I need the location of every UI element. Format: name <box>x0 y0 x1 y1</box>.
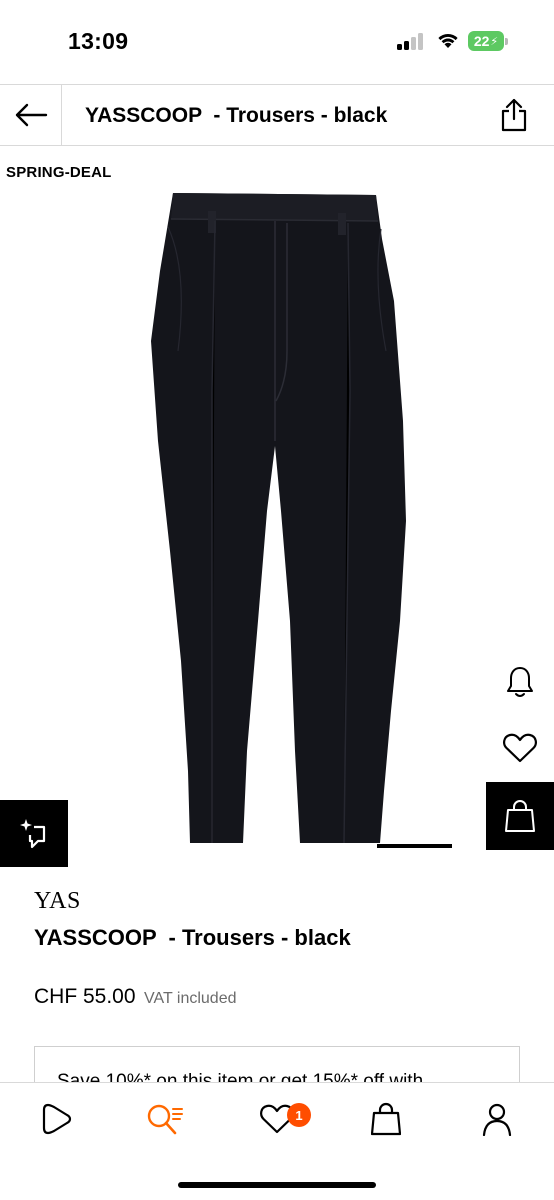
slide-indicator <box>377 844 452 848</box>
wishlist-count-badge: 1 <box>287 1103 311 1127</box>
deal-badge: SPRING-DEAL <box>6 164 112 181</box>
back-button[interactable] <box>0 85 62 145</box>
shopping-bag-icon <box>371 1102 401 1136</box>
add-to-bag-button[interactable] <box>486 782 554 850</box>
signal-icon <box>397 33 425 50</box>
brand-name[interactable]: YAS <box>34 888 81 915</box>
battery-level: 22 <box>473 33 490 49</box>
price-row: CHF 55.00 VAT included <box>34 985 237 1009</box>
battery-icon: 22 ⚡ <box>468 31 508 51</box>
status-time: 13:09 <box>68 28 129 54</box>
home-indicator[interactable] <box>178 1182 376 1188</box>
nav-search[interactable] <box>143 1097 187 1141</box>
nav-home[interactable] <box>35 1097 79 1141</box>
product-header: YASSCOOP - Trousers - black <box>0 84 554 146</box>
product-name: YASSCOOP - Trousers - black <box>34 925 351 950</box>
search-icon <box>147 1104 183 1135</box>
vat-note: VAT included <box>144 990 237 1007</box>
nav-profile[interactable] <box>475 1097 519 1141</box>
header-title: YASSCOOP - Trousers - black <box>85 104 388 127</box>
share-icon <box>501 98 527 132</box>
share-button[interactable] <box>494 95 534 135</box>
nav-bag[interactable] <box>364 1097 408 1141</box>
product-gallery[interactable]: SPRING-DEAL <box>0 147 554 864</box>
wishlist-button[interactable] <box>498 728 542 768</box>
bottom-nav: 1 <box>0 1082 554 1200</box>
heart-icon <box>503 733 537 763</box>
find-similar-button[interactable] <box>0 800 68 867</box>
price: CHF 55.00 <box>34 985 136 1008</box>
status-bar: 13:09 22 ⚡ <box>0 0 554 84</box>
arrow-left-icon <box>15 103 47 127</box>
profile-icon <box>482 1103 512 1136</box>
wifi-icon <box>436 31 460 54</box>
sparkle-crop-icon <box>20 818 46 848</box>
shopping-bag-icon <box>505 800 535 832</box>
product-image[interactable] <box>148 191 410 847</box>
bell-icon <box>507 667 533 697</box>
price-alert-button[interactable] <box>500 660 540 704</box>
play-home-icon <box>42 1103 72 1135</box>
